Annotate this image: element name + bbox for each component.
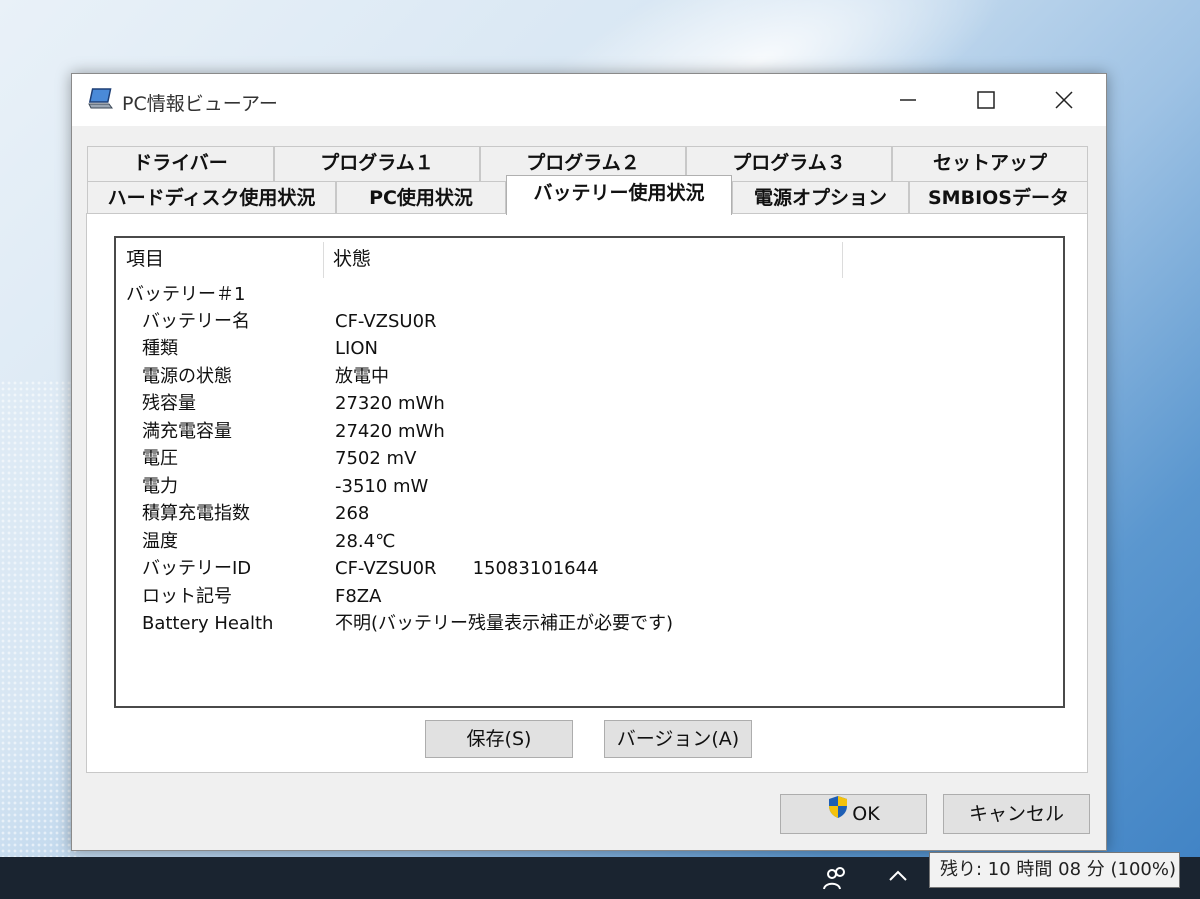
list-group-row: バッテリー＃1 bbox=[116, 281, 1063, 308]
list-item[interactable]: 積算充電指数 268 bbox=[116, 500, 1063, 527]
column-header-state[interactable]: 状態 bbox=[323, 238, 842, 278]
ok-button[interactable]: OK bbox=[780, 794, 927, 834]
ok-label: OK bbox=[852, 803, 880, 825]
maximize-button[interactable] bbox=[956, 74, 1016, 126]
item-value: 28.4℃ bbox=[335, 531, 396, 552]
item-value: 不明(バッテリー残量表示補正が必要です) bbox=[335, 613, 674, 634]
item-label: 電圧 bbox=[142, 448, 178, 469]
item-value: -3510 mW bbox=[335, 476, 429, 497]
item-label: 電源の状態 bbox=[142, 366, 232, 387]
item-value: 27420 mWh bbox=[335, 421, 445, 442]
close-button[interactable] bbox=[1034, 74, 1094, 126]
item-label: ロット記号 bbox=[142, 586, 232, 607]
minimize-button[interactable] bbox=[878, 74, 938, 126]
tab-smbios-data[interactable]: SMBIOSデータ bbox=[909, 181, 1088, 214]
item-value: F8ZA bbox=[335, 586, 382, 607]
people-icon[interactable] bbox=[822, 865, 850, 896]
item-label: 残容量 bbox=[142, 393, 196, 414]
uac-shield-icon bbox=[827, 794, 849, 832]
item-label: Battery Health bbox=[142, 613, 274, 634]
list-item[interactable]: バッテリーID CF-VZSU0R 15083101644 bbox=[116, 555, 1063, 582]
item-value: LION bbox=[335, 338, 378, 359]
version-button[interactable]: バージョン(A) bbox=[604, 720, 752, 758]
item-label: 温度 bbox=[142, 531, 178, 552]
title-bar: PC情報ビューアー bbox=[72, 74, 1106, 126]
list-item[interactable]: 電力 -3510 mW bbox=[116, 473, 1063, 500]
list-item[interactable]: 電源の状態 放電中 bbox=[116, 363, 1063, 390]
list-item[interactable]: 種類 LION bbox=[116, 335, 1063, 362]
list-item[interactable]: ロット記号 F8ZA bbox=[116, 583, 1063, 610]
maximize-icon bbox=[977, 91, 995, 109]
battery-info-list[interactable]: 項目 状態 バッテリー＃1 バッテリー名 CF-VZSU0R 種類 LION 電源の… bbox=[114, 236, 1065, 708]
item-value: 7502 mV bbox=[335, 448, 417, 469]
battery-usage-page: 項目 状態 バッテリー＃1 バッテリー名 CF-VZSU0R 種類 LION 電源の… bbox=[86, 213, 1088, 773]
item-label: 種類 bbox=[142, 338, 178, 359]
tab-power-options[interactable]: 電源オプション bbox=[732, 181, 909, 214]
group-label: バッテリー＃1 bbox=[126, 284, 246, 305]
item-value: 放電中 bbox=[335, 366, 389, 387]
list-item[interactable]: バッテリー名 CF-VZSU0R bbox=[116, 308, 1063, 335]
column-separator bbox=[842, 242, 843, 278]
battery-tooltip: 残り: 10 時間 08 分 (100%) bbox=[929, 852, 1180, 888]
list-item[interactable]: 満充電容量 27420 mWh bbox=[116, 418, 1063, 445]
pc-info-viewer-window: PC情報ビューアー ドライバー プログラム１ プログラム２ プログラム３ セット… bbox=[71, 73, 1107, 851]
tab-setup[interactable]: セットアップ bbox=[892, 146, 1088, 182]
item-label: 満充電容量 bbox=[142, 421, 232, 442]
item-value: 268 bbox=[335, 503, 370, 524]
tab-battery-usage[interactable]: バッテリー使用状況 bbox=[506, 175, 732, 215]
item-label: バッテリーID bbox=[142, 558, 252, 579]
laptop-app-icon bbox=[88, 87, 114, 111]
list-item[interactable]: 温度 28.4℃ bbox=[116, 528, 1063, 555]
list-header: 項目 状態 bbox=[116, 238, 1063, 278]
show-hidden-icons-chevron-icon[interactable] bbox=[886, 865, 910, 890]
item-label: 積算充電指数 bbox=[142, 503, 250, 524]
item-label: 電力 bbox=[142, 476, 178, 497]
cancel-button[interactable]: キャンセル bbox=[943, 794, 1090, 834]
column-header-item[interactable]: 項目 bbox=[116, 238, 323, 278]
tab-driver[interactable]: ドライバー bbox=[87, 146, 274, 182]
list-item[interactable]: 残容量 27320 mWh bbox=[116, 390, 1063, 417]
tab-hard-disk-usage[interactable]: ハードディスク使用状況 bbox=[87, 181, 336, 214]
tab-program-1[interactable]: プログラム１ bbox=[274, 146, 480, 182]
desktop-dot-pattern bbox=[0, 380, 80, 860]
tab-pc-usage[interactable]: PC使用状況 bbox=[336, 181, 506, 214]
minimize-icon bbox=[900, 99, 916, 101]
item-label: バッテリー名 bbox=[142, 311, 250, 332]
item-value: 27320 mWh bbox=[335, 393, 445, 414]
list-item[interactable]: Battery Health 不明(バッテリー残量表示補正が必要です) bbox=[116, 610, 1063, 637]
close-icon bbox=[1055, 91, 1073, 109]
window-title: PC情報ビューアー bbox=[122, 93, 278, 115]
item-value: CF-VZSU0R bbox=[335, 311, 437, 332]
list-item[interactable]: 電圧 7502 mV bbox=[116, 445, 1063, 472]
item-value: CF-VZSU0R 15083101644 bbox=[335, 558, 599, 579]
save-button[interactable]: 保存(S) bbox=[425, 720, 573, 758]
